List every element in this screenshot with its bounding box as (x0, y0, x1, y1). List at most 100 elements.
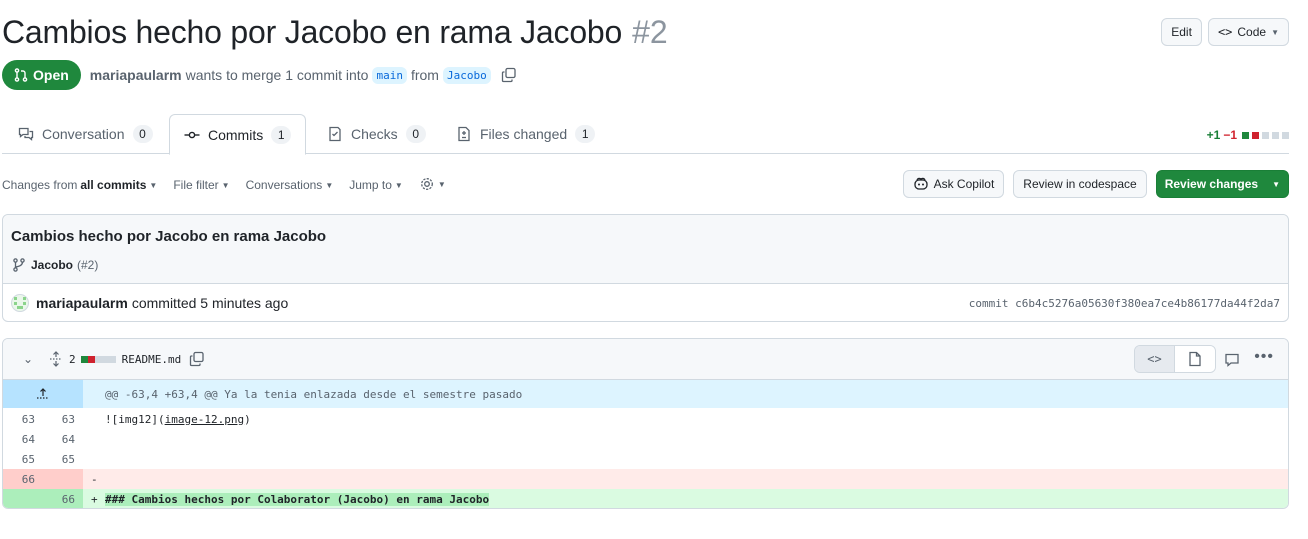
jump-to-label: Jump to (349, 178, 392, 192)
chevron-down-icon: ▼ (325, 180, 334, 190)
chevron-down-icon: ▼ (149, 180, 158, 190)
chevron-down-icon[interactable]: ⌄ (23, 352, 37, 366)
new-line-number[interactable]: 64 (43, 429, 83, 449)
old-line-number[interactable]: 64 (3, 429, 43, 449)
status-badge: Open (2, 60, 81, 90)
kebab-icon[interactable]: ••• (1254, 348, 1274, 366)
edit-label: Edit (1171, 25, 1192, 39)
checklist-icon (329, 126, 341, 142)
hunk-header: @@ -63,4 +63,4 @@ Ya la tenia enlazada d… (105, 387, 523, 401)
commit-sha[interactable]: commit c6b4c5276a05630f380ea7ce4b86177da… (969, 297, 1280, 310)
file-changes-count: 2 (69, 352, 76, 366)
pr-title-row: Cambios hecho por Jacobo en rama Jacobo … (2, 14, 668, 58)
status-label: Open (33, 67, 69, 83)
file-diff-icon (458, 126, 470, 142)
files-toolbar: Changes from all commits ▼ File filter ▼… (2, 170, 1289, 200)
identicon-icon (14, 297, 26, 309)
diff-marker: - (91, 472, 98, 486)
tab-commits[interactable]: Commits 1 (169, 114, 307, 155)
copy-icon[interactable] (501, 67, 517, 83)
diffstat-block (1252, 131, 1259, 139)
base-branch[interactable]: main (372, 66, 407, 84)
new-line-number[interactable]: 66 (43, 489, 83, 508)
new-line-number[interactable]: 65 (43, 449, 83, 469)
line-code: - (83, 469, 1288, 489)
author-link[interactable]: mariapaularm (90, 67, 182, 83)
settings-dropdown[interactable]: ▼ (419, 176, 446, 192)
conversations-dropdown[interactable]: Conversations ▼ (246, 178, 334, 192)
code-button[interactable]: <> Code ▼ (1207, 18, 1289, 46)
diff-line: 64 64 (3, 429, 1288, 449)
file-diff: ⌄ 2 README.md <> ••• @@ -63,4 +63,4 @@ Y… (2, 338, 1289, 509)
diffstat-block (1242, 131, 1249, 139)
review-codespace-button[interactable]: Review in codespace (1013, 170, 1147, 198)
commit-author[interactable]: mariapaularm (36, 295, 128, 311)
diffstat: +1 −1 (1207, 128, 1289, 142)
tab-conversation[interactable]: Conversation 0 (4, 114, 167, 154)
new-line-number[interactable]: 63 (43, 409, 83, 429)
commit-action: committed 5 minutes ago (131, 295, 289, 311)
chevron-down-icon: ▼ (394, 180, 403, 190)
changes-from-dropdown[interactable]: Changes from all commits ▼ (2, 178, 157, 192)
commit-pr-ref[interactable]: (#2) (77, 258, 98, 272)
tab-label: Commits (208, 126, 264, 143)
old-line-number[interactable]: 63 (3, 409, 43, 429)
old-line-number[interactable]: 66 (3, 469, 43, 489)
avatar[interactable] (11, 294, 29, 312)
commit-branch-link[interactable]: Jacobo (31, 258, 73, 272)
file-filter-dropdown[interactable]: File filter ▼ (173, 178, 229, 192)
comment-discussion-icon (18, 127, 34, 141)
line-code (83, 449, 1288, 469)
tab-checks[interactable]: Checks 0 (313, 114, 440, 154)
deletions-count: −1 (1223, 128, 1237, 142)
line-code: + ### Cambios hechos por Colaborator (Jac… (83, 489, 1288, 508)
head-branch[interactable]: Jacobo (442, 66, 491, 84)
review-codespace-label: Review in codespace (1023, 177, 1137, 191)
diff-line: 65 65 (3, 449, 1288, 469)
code-label: Code (1237, 25, 1267, 39)
file-header: ⌄ 2 README.md <> ••• (3, 339, 1288, 380)
comment-icon[interactable] (1224, 352, 1240, 368)
diff-marker: + (91, 492, 98, 506)
diffstat-block (94, 355, 102, 363)
old-line-number[interactable]: 65 (3, 449, 43, 469)
tab-label: Files changed (480, 126, 568, 142)
diffstat-block (1262, 131, 1269, 139)
ask-copilot-label: Ask Copilot (933, 177, 995, 191)
code-icon[interactable]: <> (1135, 346, 1175, 372)
hunk-row: @@ -63,4 +63,4 @@ Ya la tenia enlazada d… (3, 380, 1288, 408)
fold-up-icon[interactable] (3, 380, 83, 408)
git-commit-icon (184, 131, 200, 138)
chevron-down-icon: ▼ (221, 180, 230, 190)
file-filter-label: File filter (173, 178, 219, 192)
tab-files-changed[interactable]: Files changed 1 (442, 114, 609, 154)
tab-label: Conversation (42, 126, 125, 142)
gear-icon (420, 178, 433, 190)
pr-number: #2 (632, 14, 668, 50)
diff-line: 63 63 ![img12](image-12.png) (3, 409, 1288, 429)
diffstat-block (1282, 131, 1289, 139)
new-line-number[interactable] (43, 469, 83, 489)
file-name[interactable]: README.md (122, 353, 182, 366)
edit-button[interactable]: Edit (1161, 18, 1202, 46)
unfold-icon[interactable] (49, 351, 63, 367)
old-line-number[interactable] (3, 489, 43, 508)
conversations-label: Conversations (245, 178, 323, 192)
pr-meta: Open mariapaularm wants to merge 1 commi… (2, 60, 517, 90)
tab-counter: 1 (575, 125, 596, 143)
code-text-after: ) (244, 412, 251, 426)
ask-copilot-button[interactable]: Ask Copilot (902, 170, 1005, 198)
tab-counter: 0 (132, 125, 153, 143)
filter-bar: Changes from all commits ▼ File filter ▼… (2, 178, 446, 192)
diffstat-block (87, 355, 95, 363)
jump-to-dropdown[interactable]: Jump to ▼ (349, 178, 403, 192)
merge-info: mariapaularm wants to merge 1 commit int… (90, 66, 517, 84)
file-icon[interactable] (1175, 346, 1215, 372)
copy-icon[interactable] (189, 351, 205, 367)
chevron-down-icon: ▼ (1272, 179, 1280, 189)
diffstat-block (101, 355, 109, 363)
header-actions: Edit <> Code ▼ (1161, 18, 1289, 46)
copilot-icon (913, 177, 928, 190)
review-changes-button[interactable]: Review changes ▼ (1155, 170, 1289, 198)
tab-counter: 1 (271, 125, 292, 144)
